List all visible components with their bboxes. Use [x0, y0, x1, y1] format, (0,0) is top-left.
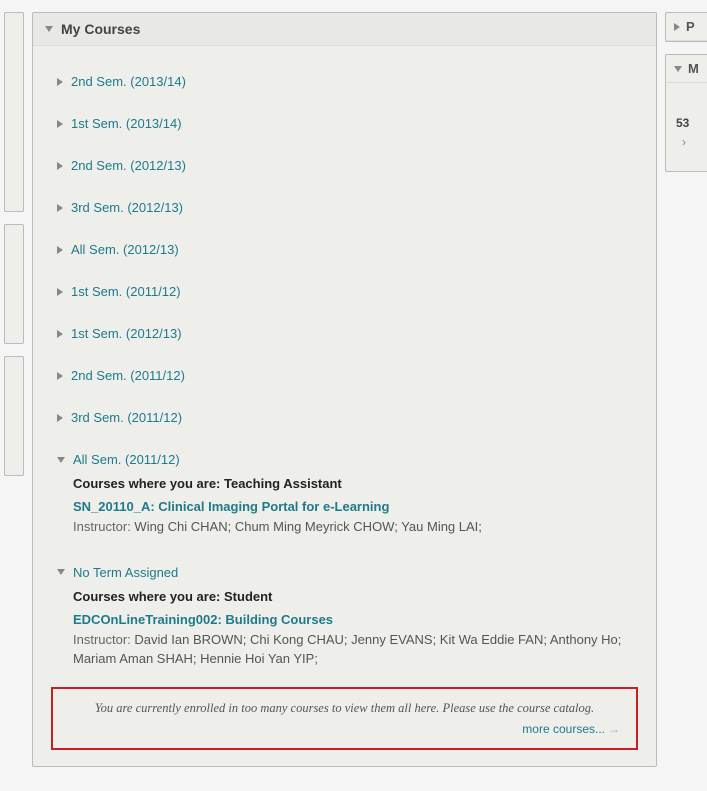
left-panel-stub-3: [4, 356, 24, 476]
term-1st-2011-12[interactable]: 1st Sem. (2011/12): [57, 274, 632, 302]
expand-icon: [57, 414, 63, 422]
expand-icon: [57, 330, 63, 338]
course-edconlinetraining002[interactable]: EDCOnLineTraining002: Building Courses: [73, 612, 333, 627]
instructor-names: David Ian BROWN; Chi Kong CHAU; Jenny EV…: [73, 632, 621, 667]
right-panel-2-body: 53 ›: [666, 83, 707, 171]
term-1st-2013-14[interactable]: 1st Sem. (2013/14): [57, 106, 632, 134]
collapse-icon: [674, 66, 682, 72]
term-1st-2012-13[interactable]: 1st Sem. (2012/13): [57, 316, 632, 344]
expand-icon: [57, 372, 63, 380]
more-courses-link[interactable]: more courses...→: [69, 722, 620, 736]
term-link[interactable]: 2nd Sem. (2011/12): [71, 368, 185, 383]
term-link[interactable]: 2nd Sem. (2013/14): [71, 74, 186, 89]
module-body: 2nd Sem. (2013/14) 1st Sem. (2013/14) 2n…: [33, 46, 656, 766]
collapse-icon: [57, 569, 65, 575]
term-3rd-2012-13[interactable]: 3rd Sem. (2012/13): [57, 190, 632, 218]
right-panel-1: P: [665, 12, 707, 42]
instructor-names: Wing Chi CHAN; Chum Ming Meyrick CHOW; Y…: [134, 519, 481, 534]
right-panel-1-title: P: [686, 19, 695, 34]
term-all-2011-12[interactable]: All Sem. (2011/12): [57, 442, 632, 470]
arrow-right-icon: →: [608, 722, 620, 736]
expand-icon: [57, 78, 63, 86]
term-no-term-assigned[interactable]: No Term Assigned: [57, 555, 632, 583]
term-link[interactable]: 3rd Sem. (2012/13): [71, 200, 183, 215]
term-link[interactable]: 3rd Sem. (2011/12): [71, 410, 182, 425]
term-link[interactable]: 1st Sem. (2012/13): [71, 326, 182, 341]
notice-text: You are currently enrolled in too many c…: [69, 701, 620, 716]
term-link[interactable]: All Sem. (2012/13): [71, 242, 179, 257]
term-link[interactable]: 1st Sem. (2011/12): [71, 284, 181, 299]
right-panel-2: M 53 ›: [665, 54, 707, 172]
expand-icon: [57, 204, 63, 212]
module-header[interactable]: My Courses: [33, 13, 656, 46]
expand-icon: [57, 288, 63, 296]
course-sn-20110-a[interactable]: SN_20110_A: Clinical Imaging Portal for …: [73, 499, 389, 514]
instructor-label: Instructor:: [73, 519, 131, 534]
expand-icon: [57, 120, 63, 128]
term-link[interactable]: All Sem. (2011/12): [73, 452, 180, 467]
more-courses-label: more courses...: [522, 722, 605, 736]
term-2nd-2012-13[interactable]: 2nd Sem. (2012/13): [57, 148, 632, 176]
instructor-line: Instructor: David Ian BROWN; Chi Kong CH…: [73, 630, 632, 669]
right-panel-number: 53: [676, 114, 707, 133]
term-2nd-2011-12[interactable]: 2nd Sem. (2011/12): [57, 358, 632, 386]
left-panel-stub-2: [4, 224, 24, 344]
term-link[interactable]: 2nd Sem. (2012/13): [71, 158, 186, 173]
left-sidebar-fragments: [4, 12, 24, 476]
left-panel-stub-1: [4, 12, 24, 212]
term-noterm-content: Courses where you are: Student EDCOnLine…: [57, 589, 632, 669]
too-many-courses-notice: You are currently enrolled in too many c…: [51, 687, 638, 750]
collapse-icon: [57, 457, 65, 463]
term-3rd-2011-12[interactable]: 3rd Sem. (2011/12): [57, 400, 632, 428]
right-panel-2-header[interactable]: M: [666, 55, 707, 83]
instructor-line: Instructor: Wing Chi CHAN; Chum Ming Mey…: [73, 517, 632, 537]
my-courses-module: My Courses 2nd Sem. (2013/14) 1st Sem. (…: [32, 12, 657, 767]
role-teaching-assistant: Courses where you are: Teaching Assistan…: [73, 476, 632, 491]
term-link[interactable]: No Term Assigned: [73, 565, 178, 580]
module-title: My Courses: [61, 21, 140, 37]
right-sidebar-fragments: P M 53 ›: [665, 12, 707, 172]
expand-icon: [57, 246, 63, 254]
term-2nd-2013-14[interactable]: 2nd Sem. (2013/14): [57, 64, 632, 92]
right-panel-1-header[interactable]: P: [666, 13, 707, 41]
role-student: Courses where you are: Student: [73, 589, 632, 604]
collapse-icon: [45, 26, 53, 32]
term-link[interactable]: 1st Sem. (2013/14): [71, 116, 182, 131]
right-panel-2-title: M: [688, 61, 699, 76]
term-all-2012-13[interactable]: All Sem. (2012/13): [57, 232, 632, 260]
expand-icon: [674, 23, 680, 31]
instructor-label: Instructor:: [73, 632, 131, 647]
expand-icon: [57, 162, 63, 170]
term-all-2011-12-content: Courses where you are: Teaching Assistan…: [57, 476, 632, 537]
